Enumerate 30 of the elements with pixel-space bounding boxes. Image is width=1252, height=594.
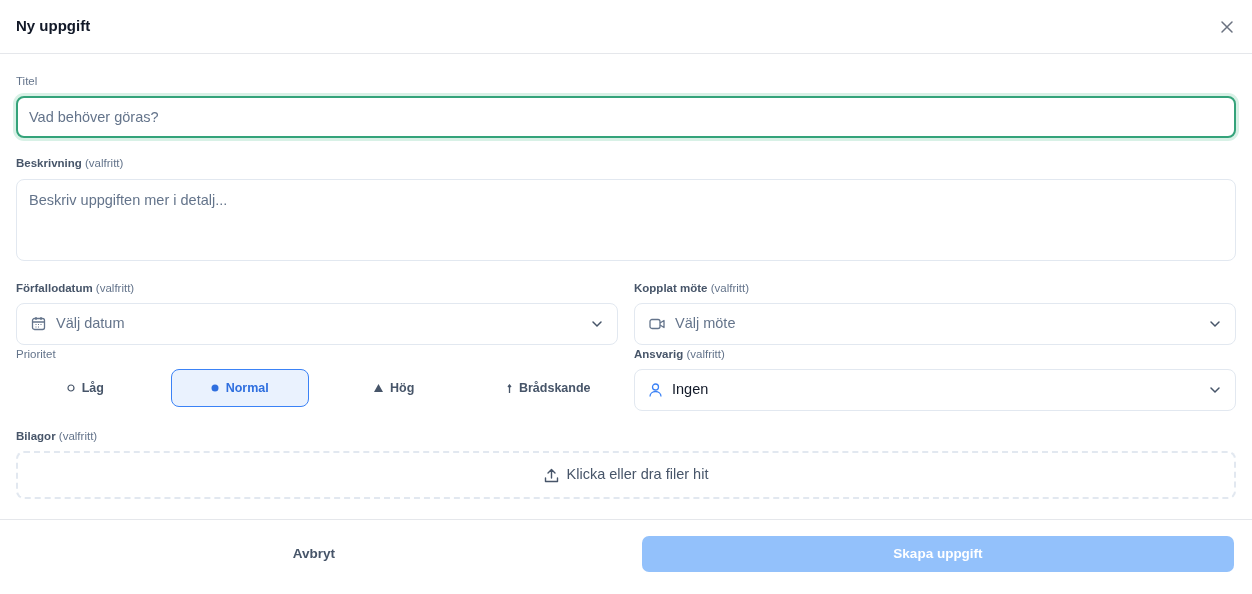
meeting-select[interactable]: Välj möte (634, 302, 1236, 345)
field-label: Kopplat möte (valfritt) (634, 280, 749, 296)
upload-icon (543, 467, 559, 483)
field-label: Förfallodatum (valfritt) (16, 280, 135, 296)
priority-option[interactable]: Hög (325, 369, 464, 407)
title-input-field[interactable]: Vad behöver göras? (16, 96, 1236, 139)
assignee-select[interactable]: Ingen (634, 369, 1236, 411)
priority-option[interactable]: Normal (170, 369, 309, 407)
date-select[interactable]: Välj datum (16, 302, 618, 345)
chevron-down-icon (591, 319, 603, 328)
dot-icon (210, 384, 219, 392)
chevron-down-icon (1209, 319, 1221, 328)
priority-option[interactable]: Låg (16, 369, 155, 407)
circle-icon (66, 384, 75, 392)
video-camera-icon (649, 317, 665, 330)
description-input-field[interactable]: Beskriv uppgiften mer i detalj... (16, 178, 1236, 261)
arrow-up-icon (506, 383, 512, 393)
calendar-icon (31, 316, 46, 332)
dialog-title: Ny uppgift (16, 16, 91, 37)
priority-option[interactable]: Brådskande (479, 369, 618, 407)
person-icon (649, 383, 662, 397)
chevron-down-icon (1209, 386, 1221, 394)
file-dropzone[interactable]: Klicka eller dra filer hit (16, 451, 1236, 500)
triangle-icon (374, 384, 384, 392)
field-label: Ansvarig (valfritt) (634, 346, 725, 362)
field-label: Titel (16, 74, 38, 89)
field-label: Bilagor (valfritt) (16, 429, 98, 444)
cancel-button[interactable]: Avbryt (18, 536, 610, 573)
field-label: Beskrivning (valfritt) (16, 156, 124, 172)
field-label: Prioritet (16, 346, 56, 362)
